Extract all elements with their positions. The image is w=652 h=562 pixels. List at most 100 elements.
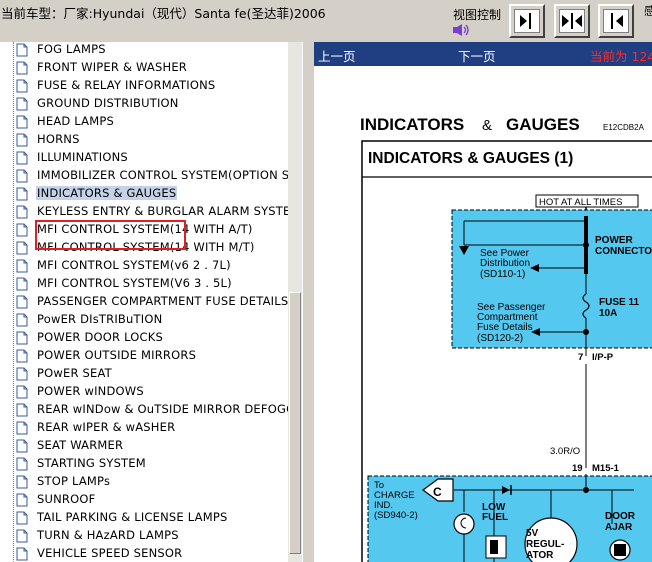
charge-to-line4: (SD940-2): [374, 510, 418, 521]
document-icon: [16, 457, 28, 471]
tree-item-label: TURN & HAzARD LAMPS: [37, 528, 179, 542]
tree-item[interactable]: STOP LAMPs: [0, 473, 288, 491]
document-icon: [16, 421, 28, 435]
power-connector-line2: CONNECTO: [595, 246, 652, 257]
diagram-header: INDICATORS: [360, 115, 464, 134]
tree-item[interactable]: FUSE & RELAY INFORMATIONS: [0, 77, 288, 95]
tree-item[interactable]: POWER DOOR LOCKS: [0, 329, 288, 347]
tree-item-label: STOP LAMPs: [37, 474, 111, 488]
document-icon: [16, 439, 28, 453]
see-pass-line3: Fuse Details: [477, 322, 533, 333]
tree-item[interactable]: HORNS: [0, 131, 288, 149]
regulator-line1: 5V: [526, 528, 539, 539]
tree-item-label: GROUND DISTRIBUTION: [37, 96, 179, 110]
wiring-diagram-page: INDICATORS & GAUGES E12CDB2A INDICATORS …: [314, 66, 652, 562]
document-icon: [16, 475, 28, 489]
tree-item-label: PowER DIsTRIBuTION: [37, 312, 163, 326]
page-nav-bar: 上一页 下一页 当前为 124: [314, 42, 652, 66]
tree-item-label: FUSE & RELAY INFORMATIONS: [37, 78, 216, 92]
tree-item-label: MFI CONTROL SYSTEM(V6 3 . 5L): [37, 276, 232, 290]
tree-item-label: IMMOBILIZER CONTROL SYSTEM(OPTION S: [37, 168, 288, 182]
connector-m15-number: 19: [572, 463, 583, 474]
wire-color-label: 3.0R/O: [550, 446, 580, 457]
prev-page-link[interactable]: 上一页: [318, 46, 356, 65]
connector-ip-label: I/P-P: [592, 352, 614, 363]
tree-item[interactable]: POWER wINDOWS: [0, 383, 288, 401]
document-icon: [16, 529, 28, 543]
tree-item[interactable]: MFI CONTROL SYSTEM(v6 2 . 7L): [0, 257, 288, 275]
tree-item[interactable]: TAIL PARKING & LICENSE LAMPS: [0, 509, 288, 527]
tree-item[interactable]: KEYLESS ENTRY & BURGLAR ALARM SYSTE: [0, 203, 288, 221]
tree-item[interactable]: FOG LAMPS: [0, 42, 288, 59]
document-icon: [16, 169, 28, 183]
fuse-rating: 10A: [599, 308, 617, 319]
tree-item-label: PASSENGER COMPARTMENT FUSE DETAILS: [37, 294, 288, 308]
tree-item-label: ILLUMINATIONS: [37, 150, 128, 164]
power-connector-line1: POWER: [595, 235, 634, 246]
tree-item-label: HEAD LAMPS: [37, 114, 114, 128]
document-icon: [16, 511, 28, 525]
title-bar: 当前车型：厂家:Hyundai（现代）Santa fe(圣达菲)2006 视图控…: [0, 0, 652, 42]
view-control-label: 视图控制: [453, 8, 502, 22]
see-power-line3: (SD110-1): [480, 269, 525, 280]
tree-item-label: STARTING SYSTEM: [37, 456, 146, 470]
document-icon: [16, 493, 28, 507]
regulator-line3: ATOR: [526, 550, 554, 561]
tree-item-label: INDICATORS & GAUGES: [36, 186, 178, 200]
document-icon: [16, 259, 28, 273]
document-icon: [16, 133, 28, 147]
document-icon: [16, 223, 28, 237]
document-icon: [16, 277, 28, 291]
tree-item[interactable]: POWER OUTSIDE MIRRORS: [0, 347, 288, 365]
tree-item[interactable]: VEHICLE SPEED SENSOR: [0, 545, 288, 562]
sidebar-scrollbar[interactable]: [288, 42, 302, 562]
tree-item[interactable]: TURN & HAzARD LAMPS: [0, 527, 288, 545]
tree-item-label: VEHICLE SPEED SENSOR: [37, 546, 183, 560]
tree-item-label: MFI CONTROL SYSTEM(v6 2 . 7L): [37, 258, 231, 272]
split-view-button[interactable]: [554, 4, 590, 38]
split-view-icon: [562, 13, 582, 29]
tree-item-label: POWER DOOR LOCKS: [37, 330, 163, 344]
tree-item[interactable]: PowER DIsTRIBuTION: [0, 311, 288, 329]
expand-left-button[interactable]: [598, 4, 634, 38]
scrollbar-thumb[interactable]: [289, 292, 301, 554]
tree-item[interactable]: REAR wINDow & OuTSIDE MIRROR DEFOGG: [0, 401, 288, 419]
tree-item[interactable]: PASSENGER COMPARTMENT FUSE DETAILS: [0, 293, 288, 311]
next-page-link[interactable]: 下一页: [458, 46, 496, 65]
tree-item[interactable]: IMMOBILIZER CONTROL SYSTEM(OPTION S: [0, 167, 288, 185]
tree-item[interactable]: MFI CONTROL SYSTEM(V6 3 . 5L): [0, 275, 288, 293]
tree-item[interactable]: POwER SEAT: [0, 365, 288, 383]
tree-item[interactable]: ILLUMINATIONS: [0, 149, 288, 167]
document-icon: [16, 367, 28, 381]
tree-item[interactable]: HEAD LAMPS: [0, 113, 288, 131]
door-ajar-line2: AJAR: [605, 522, 633, 533]
document-icon: [16, 97, 28, 111]
tree-item[interactable]: SEAT WARMER: [0, 437, 288, 455]
tree-item[interactable]: INDICATORS & GAUGES: [0, 185, 288, 203]
diagram-header-2: GAUGES: [506, 115, 580, 134]
wiring-diagram: INDICATORS & GAUGES E12CDB2A INDICATORS …: [360, 115, 652, 562]
tree-item[interactable]: FRONT WIPER & WASHER: [0, 59, 288, 77]
tree-item-label: POwER SEAT: [37, 366, 112, 380]
tree-item[interactable]: STARTING SYSTEM: [0, 455, 288, 473]
tree-sidebar: FOG LAMPS FRONT WIPER & WASHER FUSE & RELA…: [0, 42, 288, 562]
hot-label: HOT AT ALL TIMES: [539, 197, 622, 208]
diagram-code: E12CDB2A: [603, 123, 645, 132]
window-title: 当前车型：厂家:Hyundai（现代）Santa fe(圣达菲)2006: [1, 6, 326, 21]
charge-lamp-symbol: [453, 513, 475, 535]
document-icon: [16, 385, 28, 399]
tree-item[interactable]: REAR wIPER & wASHER: [0, 419, 288, 437]
tree-item-label: FRONT WIPER & WASHER: [37, 60, 187, 74]
tree-item-label: SEAT WARMER: [37, 438, 124, 452]
regulator-line2: REGUL-: [526, 539, 564, 550]
document-pane: 上一页 下一页 当前为 124 INDICATORS & GAUGES E12C…: [314, 42, 652, 562]
tree-item[interactable]: SUNROOF: [0, 491, 288, 509]
pane-divider[interactable]: [302, 42, 314, 562]
tree-item-label: POWER wINDOWS: [37, 384, 144, 398]
expand-right-button[interactable]: [509, 4, 545, 38]
current-page-indicator: 当前为 124: [590, 49, 652, 64]
edge-glyph: 感: [644, 4, 652, 18]
tree-item[interactable]: GROUND DISTRIBUTION: [0, 95, 288, 113]
document-icon: [16, 115, 28, 129]
document-icon: [16, 403, 28, 417]
